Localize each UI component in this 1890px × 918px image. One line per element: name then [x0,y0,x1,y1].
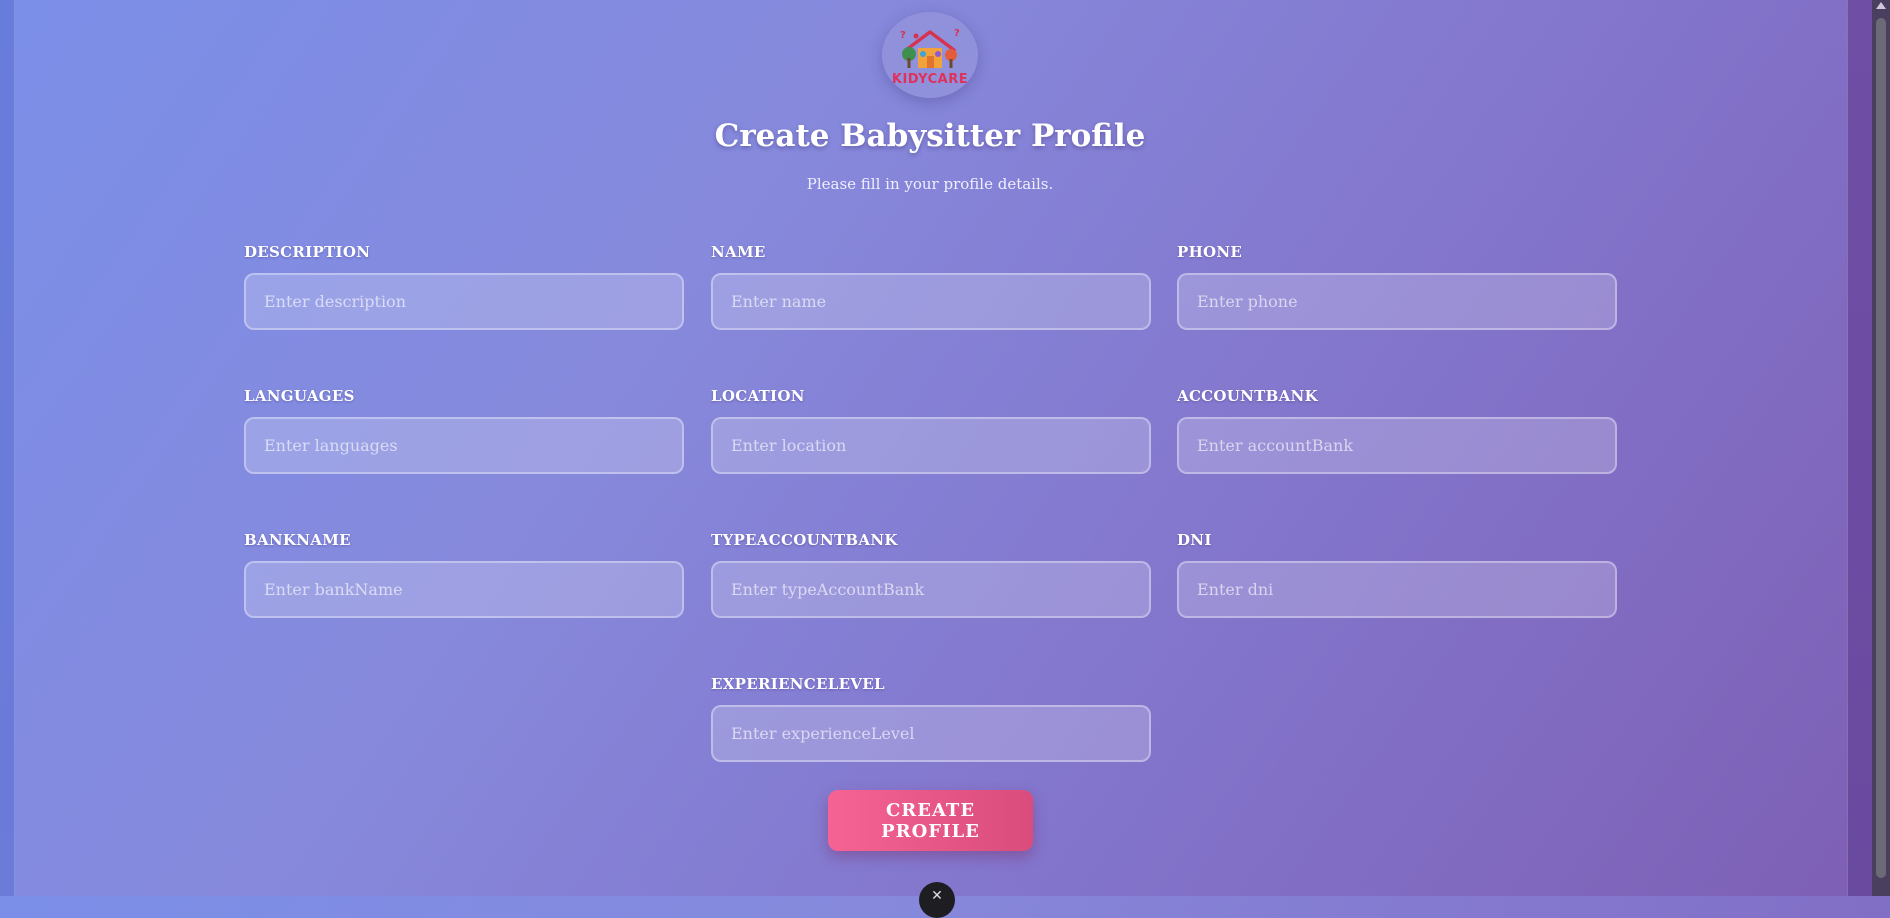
name-input[interactable] [711,273,1151,330]
svg-text:?: ? [954,28,960,39]
dni-label: DNI [1177,531,1212,549]
page-title: Create Babysitter Profile [714,118,1146,154]
languages-input[interactable] [244,417,684,474]
create-profile-button[interactable]: CREATE PROFILE [828,790,1033,851]
accountbank-label: ACCOUNTBANK [1177,387,1318,405]
scrollbar-thumb[interactable] [1876,18,1886,878]
dni-input[interactable] [1177,561,1617,618]
accountbank-input[interactable] [1177,417,1617,474]
close-icon: ✕ [931,888,943,904]
description-input[interactable] [244,273,684,330]
svg-text:?: ? [900,30,906,41]
location-input[interactable] [711,417,1151,474]
scroll-up-icon[interactable] [1876,2,1886,9]
name-label: NAME [711,243,766,261]
experiencelevel-input[interactable] [711,705,1151,762]
description-label: DESCRIPTION [244,243,371,261]
page-subtitle: Please fill in your profile details. [806,175,1054,193]
languages-label: LANGUAGES [244,387,355,405]
kidycare-logo: ? ? KIDYCARE [882,12,978,98]
bankname-input[interactable] [244,561,684,618]
typeaccountbank-label: TYPEACCOUNTBANK [711,531,898,549]
house-with-trees-logo-icon: ? ? [900,28,960,68]
bankname-label: BANKNAME [244,531,351,549]
typeaccountbank-input[interactable] [711,561,1151,618]
phone-input[interactable] [1177,273,1617,330]
experiencelevel-label: EXPERIENCELEVEL [711,675,885,693]
phone-label: PHONE [1177,243,1243,261]
logo-wordmark: KIDYCARE [891,72,969,87]
floating-close-button[interactable]: ✕ [919,882,955,918]
location-label: LOCATION [711,387,805,405]
